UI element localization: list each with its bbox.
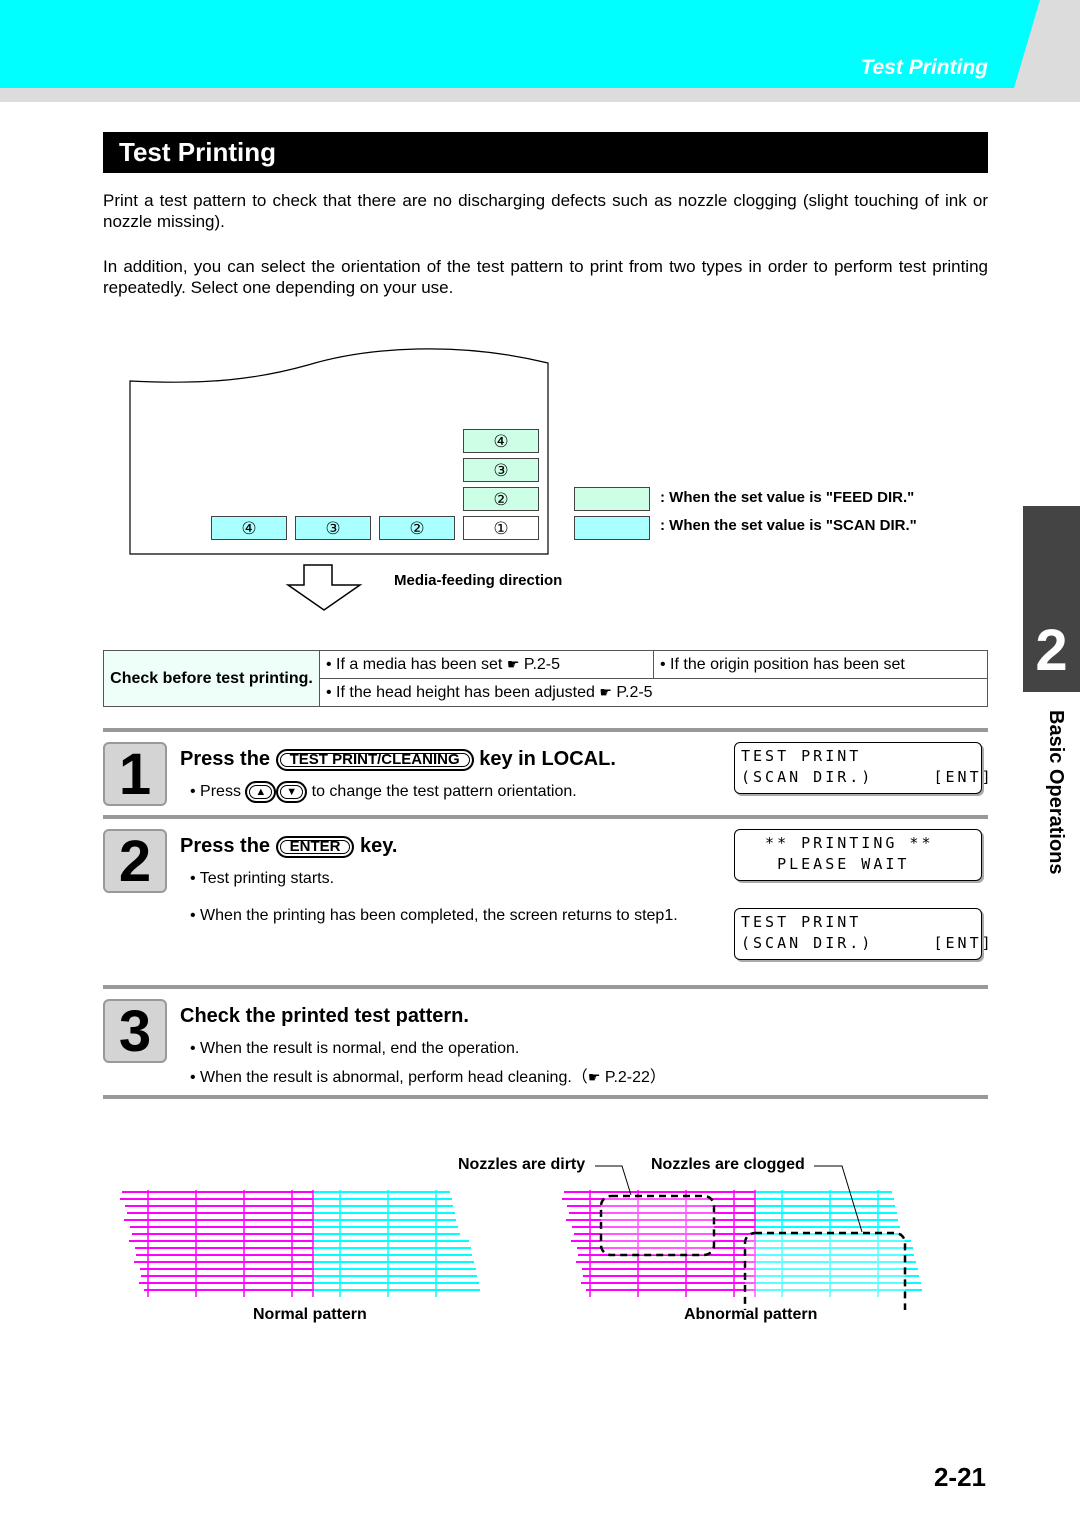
feed-box: ④ <box>463 429 539 453</box>
normal-pattern <box>120 1190 480 1297</box>
enter-key: ENTER <box>275 835 355 858</box>
test-print-cleaning-key: TEST PRINT/CLEANING <box>275 748 474 771</box>
step-number: 3 <box>103 999 167 1063</box>
check-item: • If the origin position has been set <box>653 650 988 679</box>
scan-box: ② <box>379 516 455 540</box>
step-3-bullet: • When the result is normal, end the ope… <box>190 1040 520 1057</box>
legend-scan-label: : When the set value is "SCAN DIR." <box>660 517 917 534</box>
normal-label: Normal pattern <box>253 1306 367 1323</box>
check-table: Check before test printing. • If a media… <box>103 650 988 707</box>
divider <box>103 1095 988 1099</box>
lcd-display: TEST PRINT (SCAN DIR.) [ENT] <box>734 908 991 960</box>
legend-feed-swatch <box>574 487 650 511</box>
step-number: 2 <box>103 829 167 893</box>
legend-scan-swatch <box>574 516 650 540</box>
dirty-nozzles-marker <box>599 1194 716 1257</box>
test-patterns-figure <box>120 1165 922 1310</box>
clogged-label: Nozzles are clogged <box>651 1156 805 1173</box>
page-ref[interactable]: P.2-5 <box>524 656 560 673</box>
intro-paragraph-2: In addition, you can select the orientat… <box>103 257 988 297</box>
page-title: Test Printing <box>103 132 988 173</box>
lcd-display: ** PRINTING ** PLEASE WAIT <box>734 829 982 881</box>
abnormal-label: Abnormal pattern <box>684 1306 818 1323</box>
divider <box>103 815 988 819</box>
step-1-heading: Press the TEST PRINT/CLEANING key in LOC… <box>180 748 616 771</box>
dirty-leader-line <box>595 1165 632 1196</box>
step-3-bullet: • When the result is abnormal, perform h… <box>190 1069 666 1086</box>
check-item-text: If a media has been set <box>336 655 503 673</box>
check-item-text: If the origin position has been set <box>670 655 905 673</box>
origin-box: ① <box>463 516 539 540</box>
up-arrow-key-icon: ▲ <box>245 781 277 803</box>
feed-box: ② <box>463 487 539 511</box>
hand-pointer-icon: ☛ <box>587 1069 601 1085</box>
feed-direction-arrow-icon <box>285 564 363 611</box>
check-label: Check before test printing. <box>103 650 320 707</box>
step-2-bullet: • When the printing has been completed, … <box>190 907 678 924</box>
page-ref[interactable]: P.2-5 <box>616 684 652 701</box>
divider <box>103 728 988 732</box>
chapter-tab[interactable]: 2 <box>1023 506 1080 692</box>
step-1-bullet: • Press ▲ ▼ to change the test pattern or… <box>190 781 577 803</box>
scan-box: ③ <box>295 516 371 540</box>
page-number: 2-21 <box>933 1462 986 1492</box>
hand-pointer-icon: ☛ <box>506 655 520 672</box>
direction-label: Media-feeding direction <box>394 572 563 589</box>
down-arrow-key-icon: ▼ <box>276 781 308 803</box>
header-section-title: Test Printing <box>860 56 988 79</box>
check-item: • If the head height has been adjusted ☛… <box>319 678 988 707</box>
check-item-text: If the head height has been adjusted <box>336 683 595 701</box>
step-2-bullet: • Test printing starts. <box>190 870 335 887</box>
intro-paragraph-1: Print a test pattern to check that there… <box>103 191 988 231</box>
dirty-label: Nozzles are dirty <box>458 1156 586 1173</box>
chapter-label: Basic Operations <box>1045 710 1067 875</box>
step-number: 1 <box>103 742 167 806</box>
scan-box: ④ <box>211 516 287 540</box>
step-2-heading: Press the ENTER key. <box>180 835 398 858</box>
hand-pointer-icon: ☛ <box>599 683 612 700</box>
clogged-nozzles-marker <box>743 1231 907 1310</box>
feed-box: ③ <box>463 458 539 482</box>
page-ref[interactable]: P.2-22 <box>605 1069 650 1086</box>
check-item: • If a media has been set ☛ P.2-5 <box>319 650 654 679</box>
step-3-heading: Check the printed test pattern. <box>180 1005 469 1027</box>
legend-feed-label: : When the set value is "FEED DIR." <box>660 489 915 506</box>
divider <box>103 985 988 989</box>
lcd-display: TEST PRINT (SCAN DIR.) [ENT] <box>734 742 991 794</box>
